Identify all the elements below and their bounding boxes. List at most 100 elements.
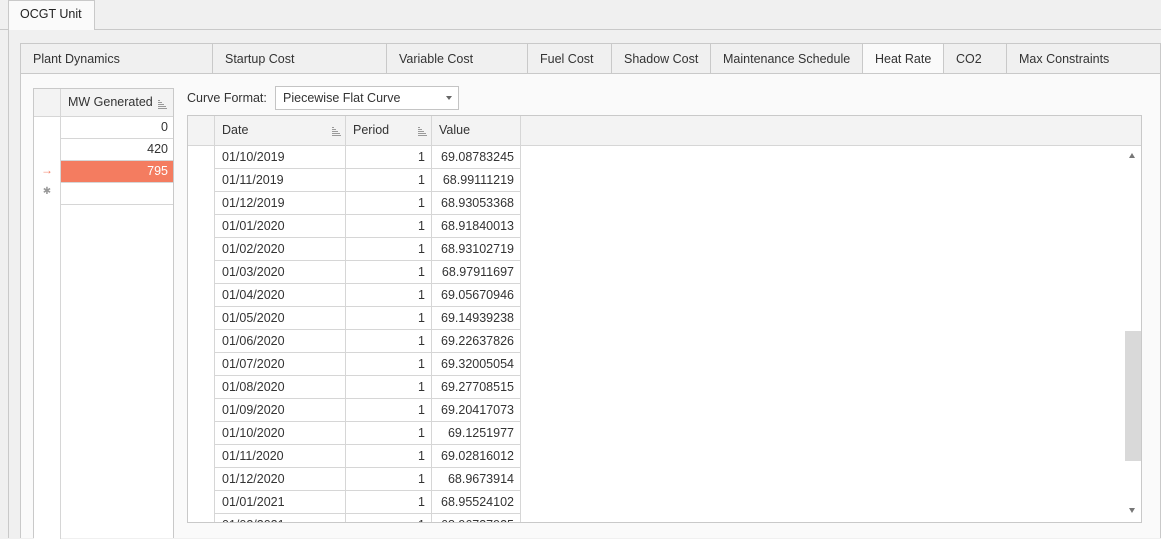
value-cell[interactable]: 68.91840013 [432,215,521,238]
period-cell[interactable]: 1 [346,307,432,330]
tab-co2[interactable]: CO2 [943,43,1007,74]
column-header-date[interactable]: Date [215,116,346,146]
date-cell[interactable]: 01/11/2019 [215,169,346,192]
date-cell[interactable]: 01/12/2019 [215,192,346,215]
data-grid-body: 01/10/2019 1 69.08783245 01/11/2019 1 68.9911… [215,146,521,522]
chevron-down-icon[interactable] [446,96,452,100]
value-cell[interactable]: 68.96737925 [432,514,521,522]
date-cell[interactable]: 01/04/2020 [215,284,346,307]
value-cell[interactable]: 68.99111219 [432,169,521,192]
column-filter-icon[interactable] [158,100,167,109]
value-cell[interactable]: 69.05670946 [432,284,521,307]
period-cell[interactable]: 1 [346,238,432,261]
data-grid-header: Date Period Value [188,116,1141,146]
scroll-up-icon[interactable] [1129,153,1135,158]
period-cell[interactable]: 1 [346,422,432,445]
table-row[interactable]: 01/12/2020 1 68.9673914 [215,468,521,491]
value-cell[interactable]: 68.93102719 [432,238,521,261]
period-cell[interactable]: 1 [346,192,432,215]
tab-fuel-cost[interactable]: Fuel Cost [527,43,612,74]
scroll-down-icon[interactable] [1129,508,1135,513]
period-cell[interactable]: 1 [346,169,432,192]
period-cell[interactable]: 1 [346,376,432,399]
tab-startup-cost[interactable]: Startup Cost [212,43,387,74]
period-cell[interactable]: 1 [346,215,432,238]
mw-row[interactable]: 0 [61,117,173,139]
table-row[interactable]: 01/10/2019 1 69.08783245 [215,146,521,169]
date-cell[interactable]: 01/06/2020 [215,330,346,353]
period-cell[interactable]: 1 [346,399,432,422]
period-cell[interactable]: 1 [346,146,432,169]
table-row[interactable]: 01/10/2020 1 69.1251977 [215,422,521,445]
value-cell[interactable]: 68.9673914 [432,468,521,491]
value-cell[interactable]: 68.93053368 [432,192,521,215]
table-row[interactable]: 01/06/2020 1 69.22637826 [215,330,521,353]
table-row[interactable]: 01/07/2020 1 69.32005054 [215,353,521,376]
date-cell[interactable]: 01/11/2020 [215,445,346,468]
table-row[interactable]: 01/01/2020 1 68.91840013 [215,215,521,238]
value-cell[interactable]: 68.97911697 [432,261,521,284]
scrollbar-thumb[interactable] [1125,331,1141,461]
value-cell[interactable]: 68.95524102 [432,491,521,514]
tab-plant-dynamics[interactable]: Plant Dynamics [20,43,213,74]
column-filter-icon[interactable] [332,127,341,136]
tab-maintenance-schedule[interactable]: Maintenance Schedule [710,43,863,74]
value-cell[interactable]: 69.22637826 [432,330,521,353]
curve-format-dropdown[interactable]: Piecewise Flat Curve [275,86,459,110]
period-cell[interactable]: 1 [346,353,432,376]
period-cell[interactable]: 1 [346,330,432,353]
table-row[interactable]: 01/01/2021 1 68.95524102 [215,491,521,514]
table-row[interactable]: 01/11/2019 1 68.99111219 [215,169,521,192]
value-cell[interactable]: 69.32005054 [432,353,521,376]
tab-shadow-cost[interactable]: Shadow Cost [611,43,711,74]
column-header-value-label: Value [439,123,471,137]
mw-row-selected[interactable]: 795 [61,161,173,183]
date-cell[interactable]: 01/09/2020 [215,399,346,422]
period-cell[interactable]: 1 [346,284,432,307]
table-row[interactable]: 01/03/2020 1 68.97911697 [215,261,521,284]
row-indicator-column [188,146,215,522]
date-cell[interactable]: 01/02/2020 [215,238,346,261]
date-cell[interactable]: 01/10/2020 [215,422,346,445]
table-row[interactable]: 01/08/2020 1 69.27708515 [215,376,521,399]
column-filter-icon[interactable] [418,127,427,136]
date-cell[interactable]: 01/03/2020 [215,261,346,284]
vertical-scrollbar[interactable] [1124,146,1141,522]
period-cell[interactable]: 1 [346,514,432,522]
date-cell[interactable]: 01/07/2020 [215,353,346,376]
period-cell[interactable]: 1 [346,261,432,284]
value-cell[interactable]: 69.27708515 [432,376,521,399]
date-cell[interactable]: 01/01/2020 [215,215,346,238]
value-cell[interactable]: 69.02816012 [432,445,521,468]
column-header-mw-generated[interactable]: MW Generated [68,95,153,109]
tab-variable-cost[interactable]: Variable Cost [386,43,528,74]
column-header-period[interactable]: Period [346,116,432,146]
table-row[interactable]: 01/09/2020 1 69.20417073 [215,399,521,422]
table-row[interactable]: 01/11/2020 1 69.02816012 [215,445,521,468]
value-cell[interactable]: 69.1251977 [432,422,521,445]
tab-ocgt-unit[interactable]: OCGT Unit [8,0,95,31]
value-cell[interactable]: 69.20417073 [432,399,521,422]
period-cell[interactable]: 1 [346,445,432,468]
column-header-value[interactable]: Value [432,116,521,146]
period-cell[interactable]: 1 [346,468,432,491]
date-cell[interactable]: 01/02/2021 [215,514,346,522]
date-cell[interactable]: 01/05/2020 [215,307,346,330]
table-row[interactable]: 01/04/2020 1 69.05670946 [215,284,521,307]
date-cell[interactable]: 01/10/2019 [215,146,346,169]
mw-row[interactable]: 420 [61,139,173,161]
table-row[interactable]: 01/12/2019 1 68.93053368 [215,192,521,215]
table-row[interactable]: 01/02/2020 1 68.93102719 [215,238,521,261]
value-cell[interactable]: 69.08783245 [432,146,521,169]
new-row-asterisk-icon: ✱ [42,186,52,197]
date-cell[interactable]: 01/12/2020 [215,468,346,491]
tab-heat-rate[interactable]: Heat Rate [862,43,944,74]
mw-new-row[interactable] [61,183,173,205]
value-cell[interactable]: 69.14939238 [432,307,521,330]
period-cell[interactable]: 1 [346,491,432,514]
table-row[interactable]: 01/02/2021168.96737925 [215,514,521,522]
date-cell[interactable]: 01/01/2021 [215,491,346,514]
date-cell[interactable]: 01/08/2020 [215,376,346,399]
tab-max-constraints[interactable]: Max Constraints [1006,43,1161,74]
table-row[interactable]: 01/05/2020 1 69.14939238 [215,307,521,330]
